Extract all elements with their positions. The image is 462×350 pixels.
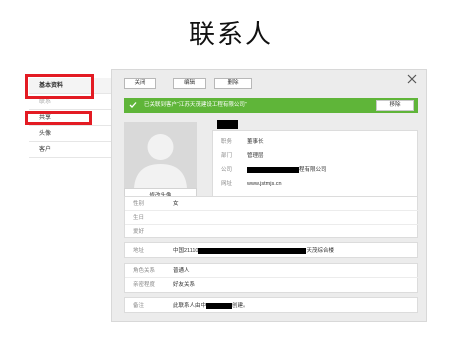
avatar-placeholder-icon — [134, 134, 187, 188]
sidebar-item-avatar[interactable]: 头像 — [29, 126, 111, 142]
row-label: 爱好 — [133, 229, 145, 235]
delete-button[interactable]: 删除 — [214, 78, 252, 89]
sidebar-item-contact[interactable]: 联系 — [29, 94, 111, 110]
company-suffix: 程有限公司 — [299, 167, 327, 173]
avatar — [124, 122, 197, 188]
profile-label: 职务 — [221, 139, 233, 145]
remove-link-button[interactable]: 移除 — [376, 100, 414, 111]
row-label: 地址 — [133, 248, 145, 254]
redacted-contact-name — [217, 120, 238, 129]
remarks-suffix: 创建。 — [232, 303, 249, 309]
edit-button[interactable]: 编辑 — [173, 78, 206, 89]
linked-customer-banner: 已关联到客户“江苏天茂建设工程有限公司” 移除 — [124, 98, 418, 113]
website-link[interactable]: www.jstmjs.cn — [247, 178, 282, 191]
check-icon — [129, 102, 137, 108]
detail-row-intimacy: 亲密程度 好友关系 — [125, 278, 419, 292]
row-value: 女 — [173, 201, 179, 207]
detail-row-role: 角色关系 普通人 — [125, 264, 419, 278]
relationship-section: 角色关系 普通人 亲密程度 好友关系 — [124, 263, 419, 293]
close-icon[interactable] — [406, 73, 418, 85]
detail-row-birthday: 生日 — [125, 211, 419, 225]
sidebar-item-basic-info[interactable]: 基本资料 — [29, 78, 111, 94]
row-label: 亲密程度 — [133, 282, 156, 288]
remarks-section: 备注 此联系人由中 创建。 — [124, 297, 418, 313]
slide-title: 联系人 — [188, 20, 273, 50]
address-prefix: 中国21110 — [173, 248, 199, 254]
address-value: 中国21110 天茂综合楼 — [173, 244, 334, 258]
profile-row-company: 公司 程有限公司 — [213, 164, 419, 177]
detail-row-address: 地址 中国21110 天茂综合楼 — [125, 244, 419, 258]
profile-label: 网址 — [221, 181, 233, 187]
profile-row-title: 职务 董事长 — [213, 136, 419, 149]
row-label: 备注 — [133, 303, 145, 309]
address-suffix: 天茂综合楼 — [306, 248, 334, 254]
profile-info: 职务 董事长 部门 管理层 公司 程有限公司 网址 www.jstmjs.cn — [212, 130, 418, 201]
sidebar-item-share[interactable]: 共享 — [29, 110, 111, 126]
row-label: 角色关系 — [133, 268, 156, 274]
profile-label: 部门 — [221, 153, 233, 159]
profile-value: 董事长 — [247, 139, 264, 145]
close-button[interactable]: 关闭 — [124, 78, 156, 89]
detail-row-remarks: 备注 此联系人由中 创建。 — [125, 299, 419, 313]
remarks-prefix: 此联系人由中 — [173, 303, 207, 309]
address-section: 地址 中国21110 天茂综合楼 — [124, 242, 418, 258]
redaction-bar — [206, 302, 233, 309]
profile-value: 管理层 — [247, 153, 264, 159]
detail-row-gender: 性别 女 — [125, 197, 419, 211]
row-value: 普通人 — [173, 268, 190, 274]
detail-row-hobby: 爱好 — [125, 225, 419, 239]
profile-label: 公司 — [221, 167, 233, 173]
row-label: 性别 — [133, 201, 145, 207]
redaction-bar — [247, 166, 299, 173]
remarks-value: 此联系人由中 创建。 — [173, 299, 249, 313]
contact-detail-panel: 关闭 编辑 删除 已关联到客户“江苏天茂建设工程有限公司” 移除 修改头像 职务… — [111, 69, 427, 322]
row-value: 好友关系 — [173, 282, 196, 288]
profile-row-department: 部门 管理层 — [213, 150, 419, 163]
profile-row-website: 网址 www.jstmjs.cn — [213, 178, 419, 191]
profile-value: 程有限公司 — [247, 164, 327, 177]
row-label: 生日 — [133, 215, 145, 221]
banner-text: 已关联到客户“江苏天茂建设工程有限公司” — [144, 102, 247, 108]
sidebar: 基本资料 联系 共享 头像 客户 — [29, 74, 111, 174]
redaction-bar — [198, 247, 307, 254]
personal-details-section: 性别 女 生日 爱好 — [124, 196, 419, 239]
sidebar-item-customer[interactable]: 客户 — [29, 142, 111, 158]
